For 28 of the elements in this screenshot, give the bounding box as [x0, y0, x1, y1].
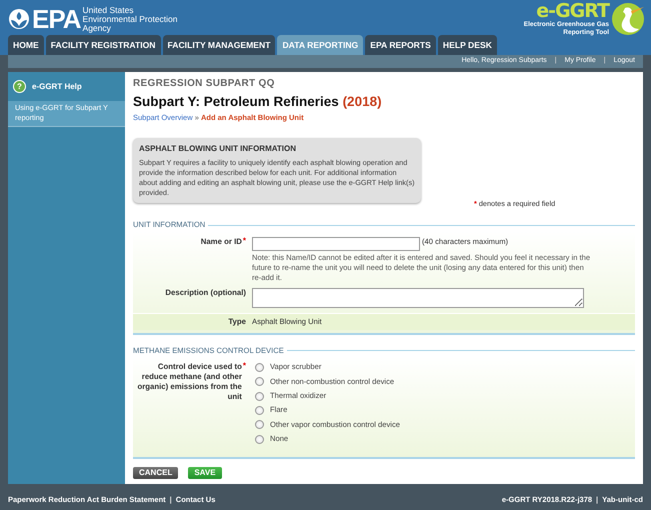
agency-name-line: United States [82, 6, 135, 14]
nav-tab[interactable]: FACILITY MANAGEMENT [162, 35, 276, 55]
radio-button[interactable] [255, 406, 264, 415]
nav-tab[interactable]: HOME [8, 35, 44, 55]
heron-logo-icon [611, 2, 645, 36]
nav-tab[interactable]: HELP DESK [438, 35, 497, 55]
cancel-button[interactable]: CANCEL [133, 466, 178, 479]
agency-name-line: Environmental Protection [82, 14, 178, 24]
page-title: Subpart Y: Petroleum Refineries (2018) [133, 93, 383, 111]
agency-seal-icon [8, 8, 30, 30]
description-textarea[interactable] [252, 288, 584, 308]
radio-button[interactable] [255, 377, 264, 386]
agency-wordmark: EPA [32, 6, 81, 32]
radio-button[interactable] [255, 434, 264, 444]
radio-button[interactable] [255, 392, 264, 400]
page-overline: REGRESSION SUBPART QQ [133, 77, 276, 91]
app-wordmark: e-GGRT [536, 2, 609, 20]
sidebar-title: e-GGRT Help [32, 80, 82, 92]
radio-button[interactable] [255, 420, 264, 430]
info-box-title: ASPHALT BLOWING UNIT INFORMATION [139, 142, 298, 154]
required-mark: * [242, 362, 246, 370]
nav-tab[interactable]: FACILITY REGISTRATION [46, 35, 160, 55]
agency-name-line: Agency [82, 24, 112, 32]
radio-button[interactable] [255, 362, 264, 372]
nav-tab[interactable]: EPA REPORTS [365, 35, 436, 55]
help-icon: ? [13, 80, 26, 93]
name-input[interactable] [252, 236, 420, 251]
required-mark: * [242, 236, 246, 244]
